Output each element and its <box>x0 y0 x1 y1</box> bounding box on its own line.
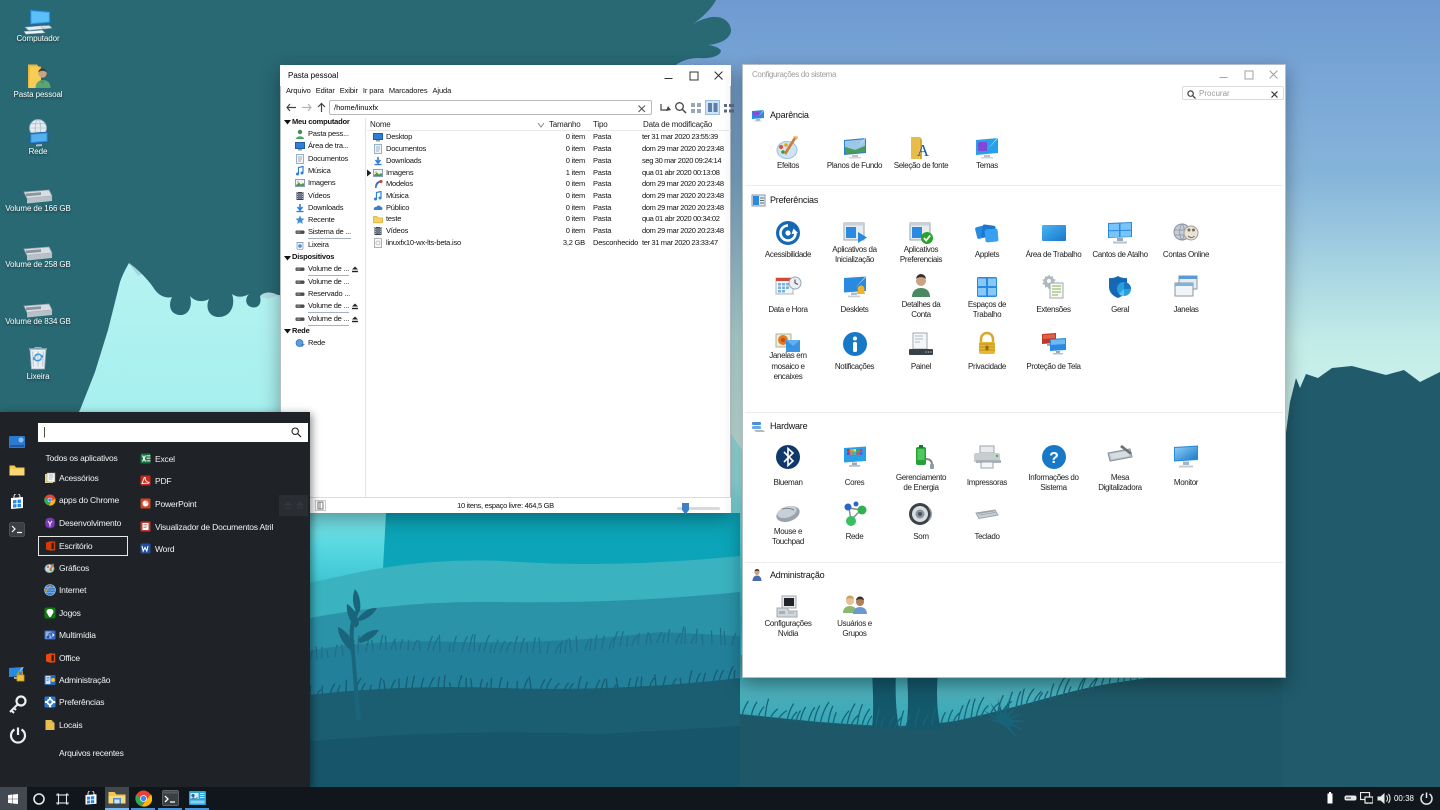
svg-text:A: A <box>917 141 930 160</box>
svg-text:?: ? <box>1049 450 1059 467</box>
